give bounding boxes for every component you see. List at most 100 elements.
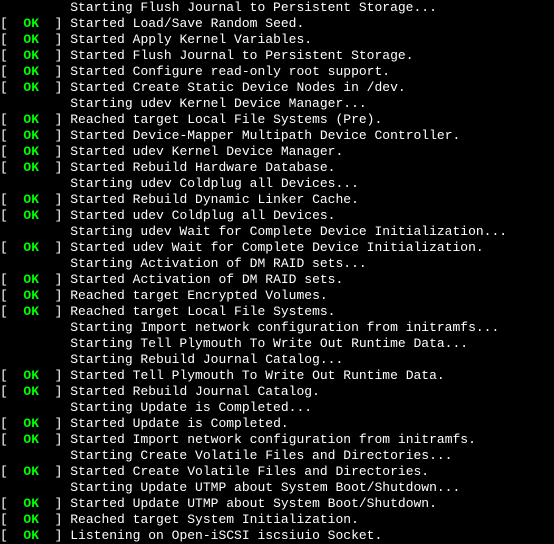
boot-log-line: [ OK ] Started Rebuild Dynamic Linker Ca…: [0, 192, 554, 208]
status-ok: OK: [23, 304, 39, 319]
status-bracket-close: ]: [39, 288, 70, 303]
status-ok: OK: [23, 384, 39, 399]
status-bracket-open: [: [0, 464, 23, 479]
status-ok: OK: [23, 464, 39, 479]
status-bracket-close: ]: [39, 272, 70, 287]
boot-message: Started udev Kernel Device Manager.: [70, 144, 343, 159]
status-ok: OK: [23, 368, 39, 383]
indent: [0, 224, 70, 239]
status-ok: OK: [23, 80, 39, 95]
boot-log-line: Starting udev Kernel Device Manager...: [0, 96, 554, 112]
status-bracket-close: ]: [39, 80, 70, 95]
status-bracket-open: [: [0, 240, 23, 255]
boot-log-line: [ OK ] Started Rebuild Journal Catalog.: [0, 384, 554, 400]
status-bracket-open: [: [0, 160, 23, 175]
status-bracket-open: [: [0, 112, 23, 127]
boot-message: Starting Update is Completed...: [70, 400, 312, 415]
status-bracket-open: [: [0, 288, 23, 303]
boot-message: Starting Create Volatile Files and Direc…: [70, 448, 452, 463]
boot-log-line: [ OK ] Started Apply Kernel Variables.: [0, 32, 554, 48]
status-bracket-close: ]: [39, 128, 70, 143]
boot-log-line: Starting Update UTMP about System Boot/S…: [0, 480, 554, 496]
status-ok: OK: [23, 192, 39, 207]
status-bracket-open: [: [0, 384, 23, 399]
indent: [0, 0, 70, 15]
boot-log-line: [ OK ] Reached target Encrypted Volumes.: [0, 288, 554, 304]
indent: [0, 336, 70, 351]
status-bracket-close: ]: [39, 192, 70, 207]
boot-log-line: [ OK ] Started Rebuild Hardware Database…: [0, 160, 554, 176]
boot-message: Starting udev Coldplug all Devices...: [70, 176, 359, 191]
status-bracket-open: [: [0, 304, 23, 319]
boot-log-line: [ OK ] Started Create Static Device Node…: [0, 80, 554, 96]
status-ok: OK: [23, 112, 39, 127]
status-ok: OK: [23, 528, 39, 543]
boot-log-line: Starting Activation of DM RAID sets...: [0, 256, 554, 272]
status-bracket-close: ]: [39, 144, 70, 159]
indent: [0, 256, 70, 271]
boot-log-terminal: Starting Flush Journal to Persistent Sto…: [0, 0, 554, 544]
boot-log-line: [ OK ] Started Device-Mapper Multipath D…: [0, 128, 554, 144]
boot-log-line: [ OK ] Reached target System Initializat…: [0, 512, 554, 528]
boot-message: Started Rebuild Dynamic Linker Cache.: [70, 192, 359, 207]
boot-message: Started Rebuild Journal Catalog.: [70, 384, 320, 399]
boot-message: Starting Rebuild Journal Catalog...: [70, 352, 343, 367]
status-bracket-open: [: [0, 128, 23, 143]
boot-message: Starting Activation of DM RAID sets...: [70, 256, 366, 271]
status-ok: OK: [23, 64, 39, 79]
boot-message: Started Apply Kernel Variables.: [70, 32, 312, 47]
status-ok: OK: [23, 16, 39, 31]
boot-log-line: [ OK ] Reached target Local File Systems…: [0, 304, 554, 320]
status-bracket-open: [: [0, 208, 23, 223]
boot-message: Listening on Open-iSCSI iscsiuio Socket.: [70, 528, 382, 543]
status-ok: OK: [23, 288, 39, 303]
status-bracket-open: [: [0, 416, 23, 431]
boot-message: Started Update UTMP about System Boot/Sh…: [70, 496, 437, 511]
boot-message: Started Flush Journal to Persistent Stor…: [70, 48, 413, 63]
status-ok: OK: [23, 432, 39, 447]
status-ok: OK: [23, 144, 39, 159]
boot-message: Reached target System Initialization.: [70, 512, 359, 527]
indent: [0, 96, 70, 111]
boot-message: Starting udev Kernel Device Manager...: [70, 96, 366, 111]
boot-message: Starting Update UTMP about System Boot/S…: [70, 480, 460, 495]
status-bracket-close: ]: [39, 512, 70, 527]
status-bracket-close: ]: [39, 416, 70, 431]
status-ok: OK: [23, 208, 39, 223]
boot-message: Started Load/Save Random Seed.: [70, 16, 304, 31]
boot-message: Started Device-Mapper Multipath Device C…: [70, 128, 460, 143]
boot-log-line: [ OK ] Started Tell Plymouth To Write Ou…: [0, 368, 554, 384]
boot-log-line: Starting udev Coldplug all Devices...: [0, 176, 554, 192]
status-bracket-close: ]: [39, 464, 70, 479]
status-bracket-close: ]: [39, 384, 70, 399]
status-bracket-open: [: [0, 368, 23, 383]
status-ok: OK: [23, 32, 39, 47]
boot-message: Starting Flush Journal to Persistent Sto…: [70, 0, 437, 15]
indent: [0, 176, 70, 191]
status-bracket-open: [: [0, 272, 23, 287]
status-bracket-close: ]: [39, 64, 70, 79]
boot-message: Started Create Volatile Files and Direct…: [70, 464, 429, 479]
boot-log-line: [ OK ] Listening on Open-iSCSI iscsiuio …: [0, 528, 554, 544]
status-bracket-close: ]: [39, 16, 70, 31]
status-ok: OK: [23, 48, 39, 63]
boot-log-line: [ OK ] Started udev Wait for Complete De…: [0, 240, 554, 256]
boot-message: Started udev Wait for Complete Device In…: [70, 240, 483, 255]
status-bracket-close: ]: [39, 48, 70, 63]
indent: [0, 448, 70, 463]
indent: [0, 480, 70, 495]
boot-log-line: Starting Create Volatile Files and Direc…: [0, 448, 554, 464]
boot-message: Started Tell Plymouth To Write Out Runti…: [70, 368, 444, 383]
status-ok: OK: [23, 496, 39, 511]
boot-message: Started Update is Completed.: [70, 416, 288, 431]
status-bracket-close: ]: [39, 32, 70, 47]
boot-log-line: [ OK ] Started Activation of DM RAID set…: [0, 272, 554, 288]
boot-message: Started Create Static Device Nodes in /d…: [70, 80, 405, 95]
boot-log-line: Starting Flush Journal to Persistent Sto…: [0, 0, 554, 16]
status-bracket-open: [: [0, 80, 23, 95]
status-bracket-open: [: [0, 32, 23, 47]
boot-message: Reached target Local File Systems (Pre).: [70, 112, 382, 127]
status-bracket-open: [: [0, 512, 23, 527]
boot-log-line: Starting Update is Completed...: [0, 400, 554, 416]
boot-message: Started Configure read-only root support…: [70, 64, 390, 79]
